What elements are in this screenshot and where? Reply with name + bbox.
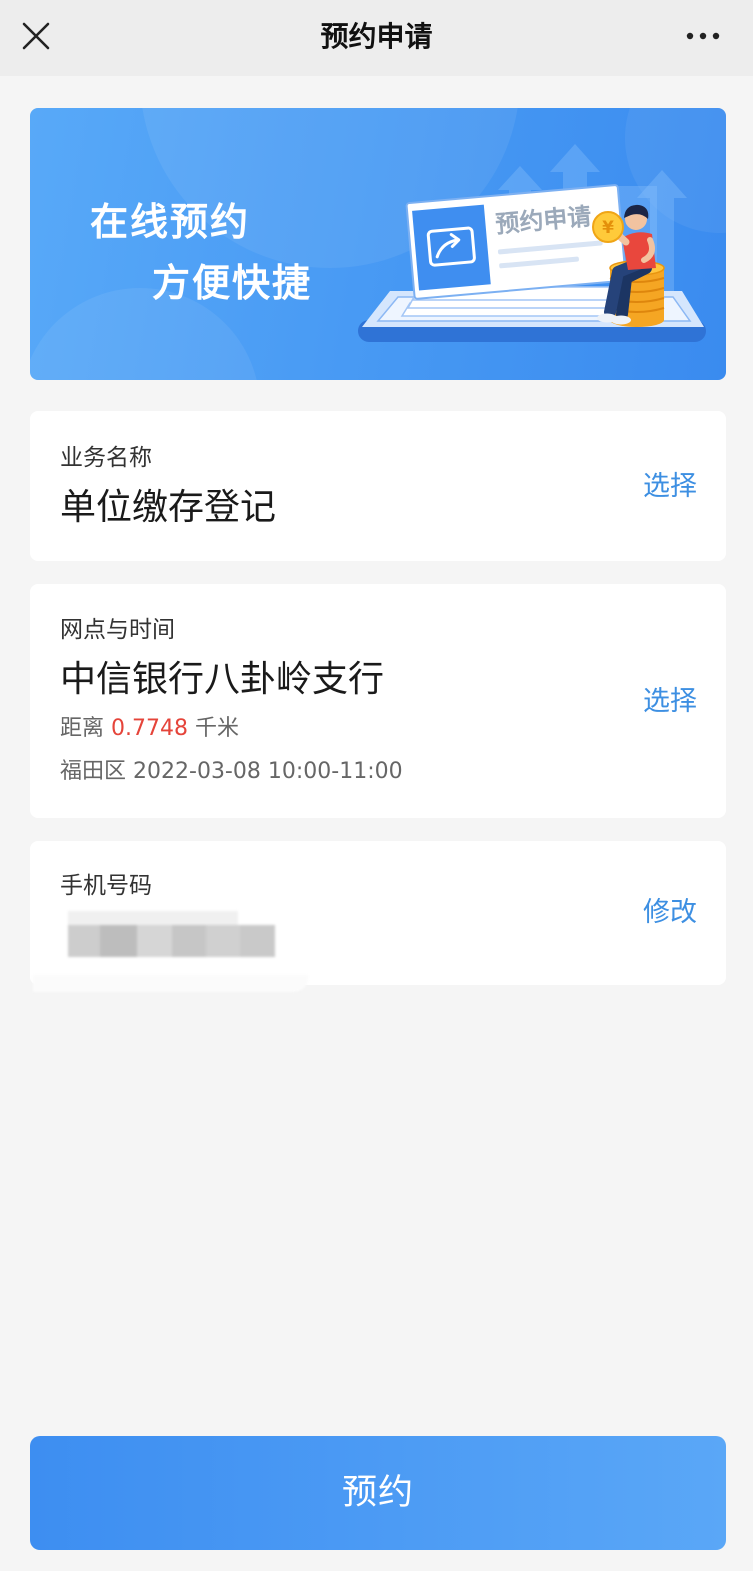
branch-select-button[interactable]: 选择 — [643, 684, 697, 720]
coin-currency-symbol: ¥ — [602, 218, 614, 238]
distance-prefix: 距离 — [60, 716, 105, 741]
schedule-time: 10:00-11:00 — [267, 759, 403, 784]
distance-value: 0.7748 — [111, 716, 188, 741]
page-title: 预约申请 — [320, 20, 433, 53]
application-card: 预约申请 — [405, 184, 627, 300]
schedule-date: 2022-03-08 — [133, 759, 261, 784]
business-card: 业务名称 单位缴存登记 选择 — [30, 411, 726, 561]
submit-label: 预约 — [341, 1473, 414, 1513]
branch-schedule: 福田区 2022-03-08 10:00-11:00 — [60, 757, 403, 787]
banner-headline-line-2: 方便快捷 — [152, 261, 313, 305]
schedule-district: 福田区 — [60, 759, 127, 784]
banner-headline-line-1: 在线预约 — [90, 200, 251, 244]
branch-name: 中信银行八卦岭支行 — [60, 659, 385, 700]
phone-label: 手机号码 — [60, 873, 152, 899]
branch-card: 网点与时间 中信银行八卦岭支行 距离 0.7748 千米 福田区 2022-03… — [30, 584, 726, 818]
phone-edit-button[interactable]: 修改 — [643, 895, 697, 931]
submit-button[interactable]: 预约 — [30, 1436, 726, 1550]
business-label: 业务名称 — [60, 445, 152, 471]
phone-card: 手机号码 修改 — [30, 841, 726, 985]
promo-banner: 预约申请 ¥ 在线预约 方便快捷 — [30, 108, 726, 380]
distance-unit: 千米 — [195, 716, 240, 741]
branch-label: 网点与时间 — [60, 617, 175, 643]
coin: ¥ — [592, 211, 624, 243]
redaction-blur-edge — [33, 975, 308, 992]
more-icon[interactable] — [683, 29, 723, 43]
business-select-button[interactable]: 选择 — [643, 469, 697, 505]
branch-distance: 距离 0.7748 千米 — [60, 714, 239, 744]
business-value: 单位缴存登记 — [60, 487, 277, 528]
phone-value-redacted — [68, 911, 278, 961]
nav-bar: 预约申请 — [0, 0, 753, 76]
